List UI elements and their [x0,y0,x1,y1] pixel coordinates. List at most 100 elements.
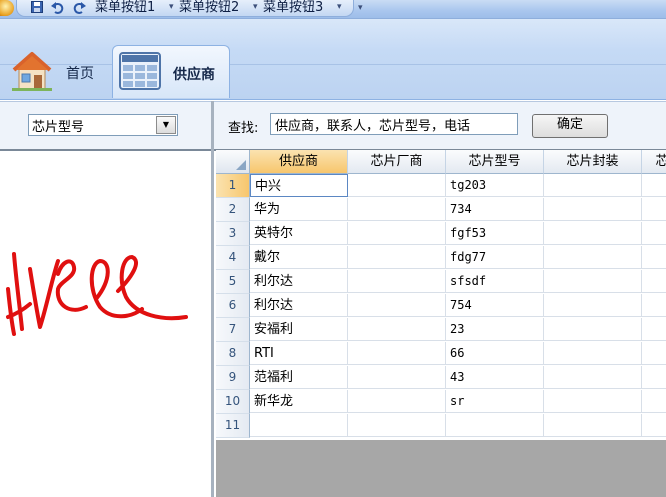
table-cell[interactable]: 范福利 [250,366,348,389]
table-cell[interactable] [642,414,666,437]
table-cell[interactable]: sr [446,390,544,413]
table-cell[interactable] [348,270,446,293]
table-cell[interactable] [642,222,666,245]
table-cell[interactable]: 利尔达 [250,294,348,317]
undo-icon[interactable] [51,1,64,17]
table-cell[interactable] [544,222,642,245]
table-cell[interactable] [642,294,666,317]
table-cell[interactable] [544,270,642,293]
row-header[interactable]: 6 [216,294,250,318]
chevron-down-icon[interactable]: ▾ [169,2,174,12]
tab-home-label: 首页 [66,66,94,82]
menu-button-2[interactable]: 菜单按钮2 [179,0,239,16]
table-cell[interactable] [348,174,446,197]
chevron-down-icon[interactable]: ▾ [253,2,258,12]
row-header[interactable]: 9 [216,366,250,390]
filter-combo[interactable]: 芯片型号 ▼ [28,114,178,136]
search-label: 查找: [228,121,259,136]
table-cell[interactable] [642,390,666,413]
row-header[interactable]: 5 [216,270,250,294]
table-cell[interactable] [642,270,666,293]
table-cell[interactable] [544,174,642,197]
row-header[interactable]: 8 [216,342,250,366]
table-cell[interactable] [250,414,348,437]
table-cell[interactable]: fgf53 [446,222,544,245]
table-cell[interactable]: 戴尔 [250,246,348,269]
table-cell[interactable] [348,318,446,341]
table-cell[interactable] [544,414,642,437]
table-cell[interactable] [642,342,666,365]
table-cell[interactable] [544,318,642,341]
confirm-button[interactable]: 确定 [532,114,608,138]
table-cell[interactable] [348,294,446,317]
row-header[interactable]: 7 [216,318,250,342]
tab-supplier-label: 供应商 [173,67,215,83]
table-cell[interactable]: 安福利 [250,318,348,341]
row-header[interactable]: 1 [216,174,250,198]
table-cell[interactable] [544,390,642,413]
tab-home[interactable]: 首页 [4,45,108,97]
table-cell[interactable] [642,246,666,269]
quick-access-toolbar: 菜单按钮1 ▾ 菜单按钮2 ▾ 菜单按钮3 ▾ ▾ [0,0,666,19]
redo-icon[interactable] [73,1,86,17]
row-header[interactable]: 10 [216,390,250,414]
grid-select-all-corner[interactable] [216,150,250,174]
table-cell[interactable]: 华为 [250,198,348,221]
row-header[interactable]: 2 [216,198,250,222]
house-icon [10,50,54,96]
row-header[interactable]: 11 [216,414,250,438]
table-cell[interactable] [642,366,666,389]
search-input[interactable] [270,113,518,135]
table-cell[interactable]: 利尔达 [250,270,348,293]
table-cell[interactable]: 新华龙 [250,390,348,413]
save-icon[interactable] [31,1,43,16]
customize-dropdown-icon[interactable]: ▾ [358,3,363,13]
ribbon: 首页 供应商 [0,19,666,100]
table-cell[interactable] [446,414,544,437]
table-cell[interactable]: 754 [446,294,544,317]
table-cell[interactable] [544,246,642,269]
row-header[interactable]: 3 [216,222,250,246]
left-filter-bar: 芯片型号 ▼ [0,101,211,151]
column-header-chip-model[interactable]: 芯片型号 [446,150,544,174]
row-header[interactable]: 4 [216,246,250,270]
column-header-chip-package[interactable]: 芯片封装 [544,150,642,174]
table-cell[interactable] [642,198,666,221]
table-cell[interactable]: fdg77 [446,246,544,269]
table-cell[interactable] [348,222,446,245]
table-cell[interactable]: 734 [446,198,544,221]
table-cell[interactable]: 中兴 [250,174,348,197]
table-cell[interactable]: 43 [446,366,544,389]
tab-supplier[interactable]: 供应商 [112,45,230,98]
table-cell[interactable]: RTI [250,342,348,365]
table-cell[interactable]: 23 [446,318,544,341]
chevron-down-icon[interactable]: ▾ [337,2,342,12]
table-cell[interactable] [348,342,446,365]
table-cell[interactable] [348,390,446,413]
right-panel: 查找: 确定 供应商 芯片厂商 芯片型号 芯片封装 芯 1中兴 tg203 2华为 7… [214,101,666,497]
menu-button-1[interactable]: 菜单按钮1 [95,0,155,16]
table-cell[interactable] [642,318,666,341]
column-header-partial[interactable]: 芯 [642,150,666,174]
table-cell[interactable] [348,414,446,437]
column-header-chip-maker[interactable]: 芯片厂商 [348,150,446,174]
table-cell[interactable]: sfsdf [446,270,544,293]
left-panel: 芯片型号 ▼ [0,101,211,497]
table-cell[interactable] [544,366,642,389]
table-cell[interactable] [348,246,446,269]
table-cell[interactable]: tg203 [446,174,544,197]
table-cell[interactable] [348,366,446,389]
chevron-down-icon[interactable]: ▼ [156,116,176,134]
table-cell[interactable]: 66 [446,342,544,365]
table-cell[interactable] [544,294,642,317]
table-cell[interactable] [642,174,666,197]
quick-access-bar: 菜单按钮1 ▾ 菜单按钮2 ▾ 菜单按钮3 ▾ [16,0,354,17]
app-menu-orb[interactable] [0,0,14,16]
table-cell[interactable]: 英特尔 [250,222,348,245]
table-cell[interactable] [348,198,446,221]
table-cell[interactable] [544,342,642,365]
column-header-supplier[interactable]: 供应商 [250,150,348,174]
supplier-grid[interactable]: 供应商 芯片厂商 芯片型号 芯片封装 芯 1 中兴 tg203 2 华为 734 3 英特尔 f… [216,150,666,440]
table-cell[interactable] [544,198,642,221]
menu-button-3[interactable]: 菜单按钮3 [263,0,323,16]
